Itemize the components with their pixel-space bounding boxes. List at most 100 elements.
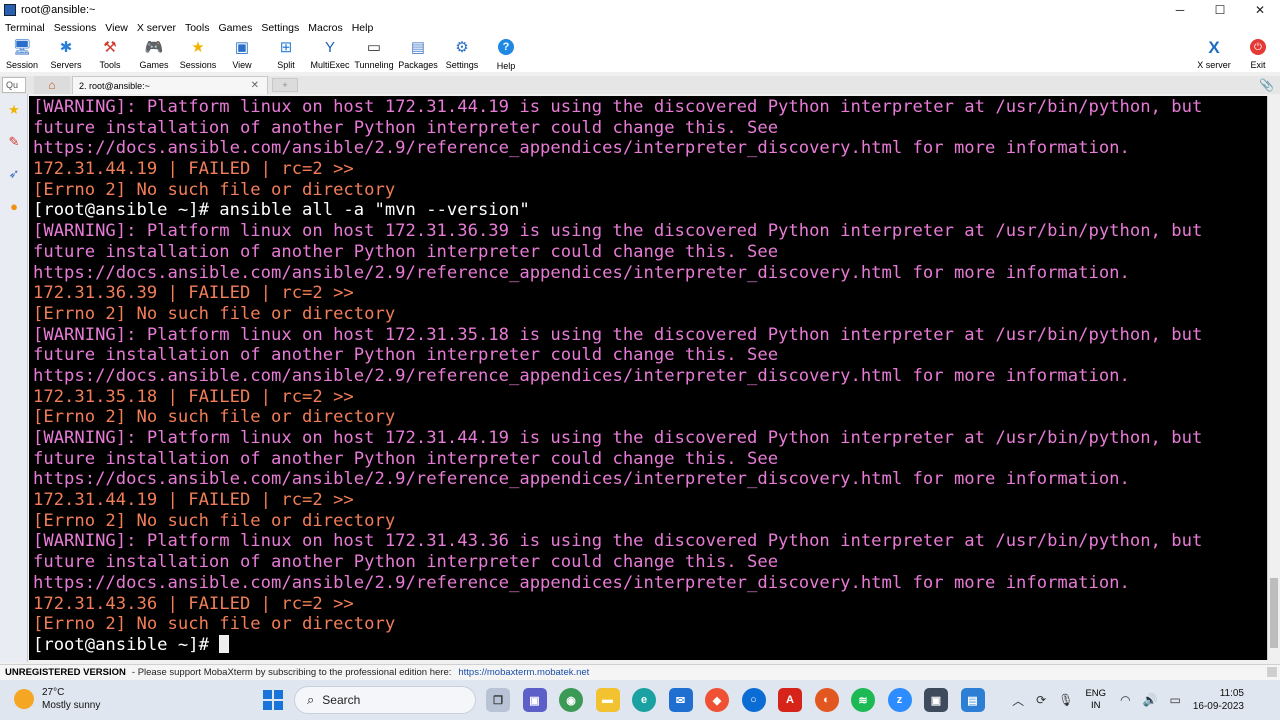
taskbar-search[interactable]: ⌕ Search <box>294 686 476 714</box>
help-label: Help <box>496 61 516 71</box>
terminal-line-warn: [WARNING]: Platform linux on host 172.31… <box>33 324 1203 345</box>
tunneling-button[interactable]: ▭ Tunneling <box>352 36 396 70</box>
star-icon: ★ <box>8 102 20 117</box>
terminal-line-err: [Errno 2] No such file or directory <box>33 303 396 324</box>
view-icon: ▣ <box>234 39 250 56</box>
split-button[interactable]: ⊞ Split <box>264 36 308 70</box>
support-message: - Please support MobaXterm by subscribin… <box>131 667 452 678</box>
microphone-icon[interactable]: 🎙 <box>1058 693 1073 707</box>
menu-help[interactable]: Help <box>347 22 378 34</box>
scrollbar-thumb[interactable] <box>1270 578 1278 648</box>
zoom-icon[interactable]: z <box>887 688 912 712</box>
teams-icon[interactable]: ▣ <box>522 688 547 712</box>
home-icon: ⌂ <box>48 78 56 92</box>
taskbar-clock[interactable]: 11:05 16-09-2023 <box>1193 687 1244 713</box>
sessions-button[interactable]: ★ Sessions <box>176 36 220 70</box>
mail-icon[interactable]: ✉ <box>668 688 693 712</box>
volume-icon[interactable]: 🔊 <box>1143 693 1158 707</box>
terminal-line-warn: future installation of another Python in… <box>33 448 779 469</box>
sidebar-sftp[interactable]: ● <box>0 190 28 222</box>
terminal-tab[interactable]: 2. root@ansible:~ ✕ <box>72 76 268 94</box>
terminal-line-fail: 172.31.36.39 | FAILED | rc=2 >> <box>33 283 354 304</box>
tools-icon: ⚒ <box>103 39 117 56</box>
terminal-line-warn: future installation of another Python in… <box>33 241 779 262</box>
close-window-button[interactable]: ✕ <box>1240 0 1280 20</box>
mobaxterm-taskbar-icon[interactable]: ▣ <box>924 688 948 712</box>
clock-date: 16-09-2023 <box>1192 701 1244 712</box>
new-tab-button[interactable]: + <box>272 78 298 92</box>
battery-icon[interactable]: ▭ <box>1170 693 1181 707</box>
terminal-lines: [WARNING]: Platform linux on host 172.31… <box>33 97 1267 635</box>
servers-label: Servers <box>50 60 82 70</box>
minimize-button[interactable]: ─ <box>1160 0 1200 20</box>
menu-view[interactable]: View <box>100 22 132 34</box>
terminal-tab-label: 2. root@ansible:~ <box>79 80 150 91</box>
resize-grip[interactable] <box>1267 667 1277 677</box>
file-explorer-icon[interactable]: ▬ <box>595 688 620 712</box>
left-sidebar: ★ ✎ ➶ ● <box>0 94 28 662</box>
edge-icon[interactable]: e <box>632 688 656 712</box>
servers-button[interactable]: ✱ Servers <box>44 36 88 70</box>
sidebar-sessions-star[interactable]: ★ <box>0 94 28 126</box>
session-icon: 🖥 <box>12 39 32 56</box>
language-region: IN <box>1091 700 1101 711</box>
task-view-icon[interactable]: ❐ <box>486 688 510 712</box>
menu-xserver[interactable]: X server <box>132 22 180 34</box>
status-bar: UNREGISTERED VERSION - Please support Mo… <box>0 664 1280 680</box>
help-button[interactable]: ? Help <box>484 36 528 71</box>
menu-terminal[interactable]: Terminal <box>0 22 49 34</box>
sidebar-macros[interactable]: ➶ <box>0 158 28 190</box>
exit-button[interactable]: ⏻ Exit <box>1240 36 1276 70</box>
window-controls: ─ ☐ ✕ <box>1160 0 1280 20</box>
close-tab-icon[interactable]: ✕ <box>251 80 259 91</box>
packages-button[interactable]: ▤ Packages <box>396 36 440 70</box>
weather-widget[interactable]: 27°C Mostly sunny <box>14 686 100 712</box>
menu-sessions[interactable]: Sessions <box>49 22 101 34</box>
windows-taskbar: 27°C Mostly sunny ⌕ Search ❐ ▣ ◉ ▬ e ✉ ◆… <box>0 680 1280 720</box>
session-button[interactable]: 🖥 Session <box>0 36 44 70</box>
home-tab[interactable]: ⌂ <box>34 76 70 94</box>
language-indicator[interactable]: ENG IN <box>1085 688 1106 712</box>
tools-button[interactable]: ⚒ Tools <box>88 36 132 70</box>
firefox-icon[interactable]: ◐ <box>814 688 839 712</box>
terminal-line-warn: future installation of another Python in… <box>33 345 779 366</box>
git-icon[interactable]: ◆ <box>705 688 729 712</box>
chrome-icon[interactable]: ◉ <box>559 688 583 712</box>
menu-tools[interactable]: Tools <box>180 22 214 34</box>
servers-icon: ✱ <box>59 39 73 56</box>
globe-icon: ● <box>10 198 18 214</box>
notepad-icon[interactable]: ▤ <box>960 688 985 712</box>
mobatek-link[interactable]: https://mobaxterm.mobatek.net <box>458 667 589 678</box>
maximize-button[interactable]: ☐ <box>1200 0 1240 20</box>
menu-settings[interactable]: Settings <box>256 22 303 34</box>
chevron-up-icon[interactable]: ︿ <box>1012 692 1024 709</box>
acrobat-icon[interactable]: A <box>778 688 802 712</box>
menu-macros[interactable]: Macros <box>303 22 346 34</box>
terminal-line-warn: [WARNING]: Platform linux on host 172.31… <box>33 531 1203 552</box>
multiexec-button[interactable]: Y MultiExec <box>308 36 352 71</box>
paperclip-icon[interactable]: 📎 <box>1259 78 1274 92</box>
ring-app-icon[interactable]: ○ <box>741 688 766 712</box>
sidebar-tools[interactable]: ✎ <box>0 126 28 158</box>
view-button[interactable]: ▣ View <box>220 36 264 70</box>
terminal-output[interactable]: [WARNING]: Platform linux on host 172.31… <box>29 96 1267 660</box>
menu-games[interactable]: Games <box>213 22 256 34</box>
xserver-button[interactable]: X X server <box>1192 36 1236 70</box>
wifi-icon[interactable]: ◠ <box>1120 693 1130 707</box>
quick-connect-input[interactable]: Qu <box>2 77 26 93</box>
windows-start-button[interactable] <box>263 690 283 710</box>
terminal-line-warn: future installation of another Python in… <box>33 552 779 573</box>
settings-button[interactable]: ⚙ Settings <box>440 36 484 70</box>
games-button[interactable]: 🎮 Games <box>132 36 176 70</box>
terminal-line-err: [Errno 2] No such file or directory <box>33 614 396 635</box>
terminal-line-fail: 172.31.43.36 | FAILED | rc=2 >> <box>33 593 354 614</box>
sync-icon[interactable]: ⟳ <box>1036 693 1046 707</box>
help-icon: ? <box>498 39 514 55</box>
spotify-icon[interactable]: ≋ <box>851 688 875 712</box>
terminal-line-fail: 172.31.35.18 | FAILED | rc=2 >> <box>33 386 354 407</box>
exit-label: Exit <box>1250 60 1266 70</box>
main-toolbar: 🖥 Session ✱ Servers ⚒ Tools 🎮 Games ★ Se… <box>0 36 1280 72</box>
tunneling-label: Tunneling <box>354 60 394 70</box>
terminal-scrollbar[interactable] <box>1267 96 1280 660</box>
games-label: Games <box>139 60 169 70</box>
